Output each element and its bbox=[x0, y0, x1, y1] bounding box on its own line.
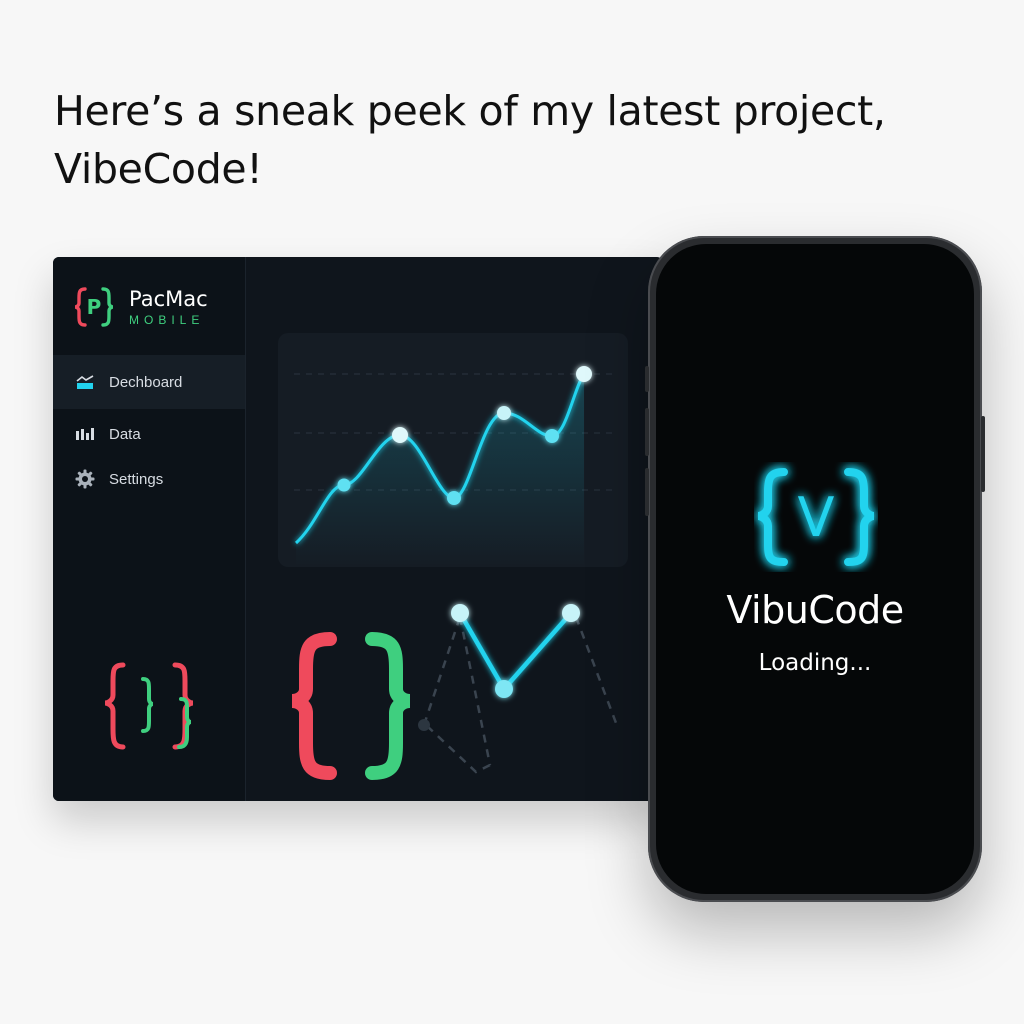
app-logo-icon: V bbox=[757, 468, 875, 566]
headline: Here’s a sneak peek of my latest project… bbox=[54, 87, 886, 193]
phone-side-button bbox=[645, 468, 649, 516]
dashboard-icon bbox=[75, 372, 95, 392]
bar-chart-icon bbox=[75, 424, 95, 444]
app-logo-letter: V bbox=[798, 486, 835, 549]
chart-card bbox=[278, 333, 628, 567]
brand: P PacMac MOBILE bbox=[73, 285, 208, 329]
sidebar-item-settings[interactable]: Settings bbox=[53, 452, 245, 506]
brand-subtitle: MOBILE bbox=[129, 313, 205, 327]
chart-point bbox=[447, 491, 461, 505]
code-braces-icon bbox=[104, 662, 194, 750]
sidebar-item-dashboard[interactable]: Dechboard bbox=[53, 355, 245, 409]
mini-point bbox=[562, 604, 580, 622]
mini-line bbox=[458, 611, 573, 693]
code-art bbox=[291, 604, 618, 780]
mini-point bbox=[451, 604, 469, 622]
sidebar-item-label: Data bbox=[109, 425, 141, 443]
chart-point bbox=[337, 478, 351, 492]
phone-side-button bbox=[645, 408, 649, 456]
brand-name: PacMac bbox=[129, 287, 208, 311]
phone-side-button bbox=[645, 366, 649, 392]
chart-point bbox=[392, 427, 408, 443]
main-area bbox=[246, 257, 663, 801]
phone-side-button bbox=[981, 416, 985, 492]
green-brace-icon bbox=[365, 632, 411, 780]
sidebar: P PacMac MOBILE Dechboard Data Settings bbox=[53, 257, 246, 801]
gear-icon bbox=[75, 469, 95, 489]
red-brace-icon bbox=[291, 632, 337, 780]
brand-logo-icon: P bbox=[74, 287, 114, 327]
line-chart bbox=[294, 366, 612, 567]
app-name: VibuCode bbox=[726, 588, 904, 632]
phone-mockup: V VibuCode Loading... bbox=[645, 236, 985, 902]
sidebar-item-label: Dechboard bbox=[109, 373, 183, 391]
chart-point bbox=[576, 366, 592, 382]
brand-logo-letter: P bbox=[87, 295, 102, 319]
mini-point bbox=[495, 680, 513, 698]
desktop-window: P PacMac MOBILE Dechboard Data Settings bbox=[53, 257, 663, 801]
chart-point bbox=[497, 406, 511, 420]
phone-screen: V VibuCode Loading... bbox=[656, 244, 974, 894]
loading-text: Loading... bbox=[758, 650, 872, 676]
sidebar-item-label: Settings bbox=[109, 470, 164, 488]
chart-point bbox=[545, 429, 559, 443]
